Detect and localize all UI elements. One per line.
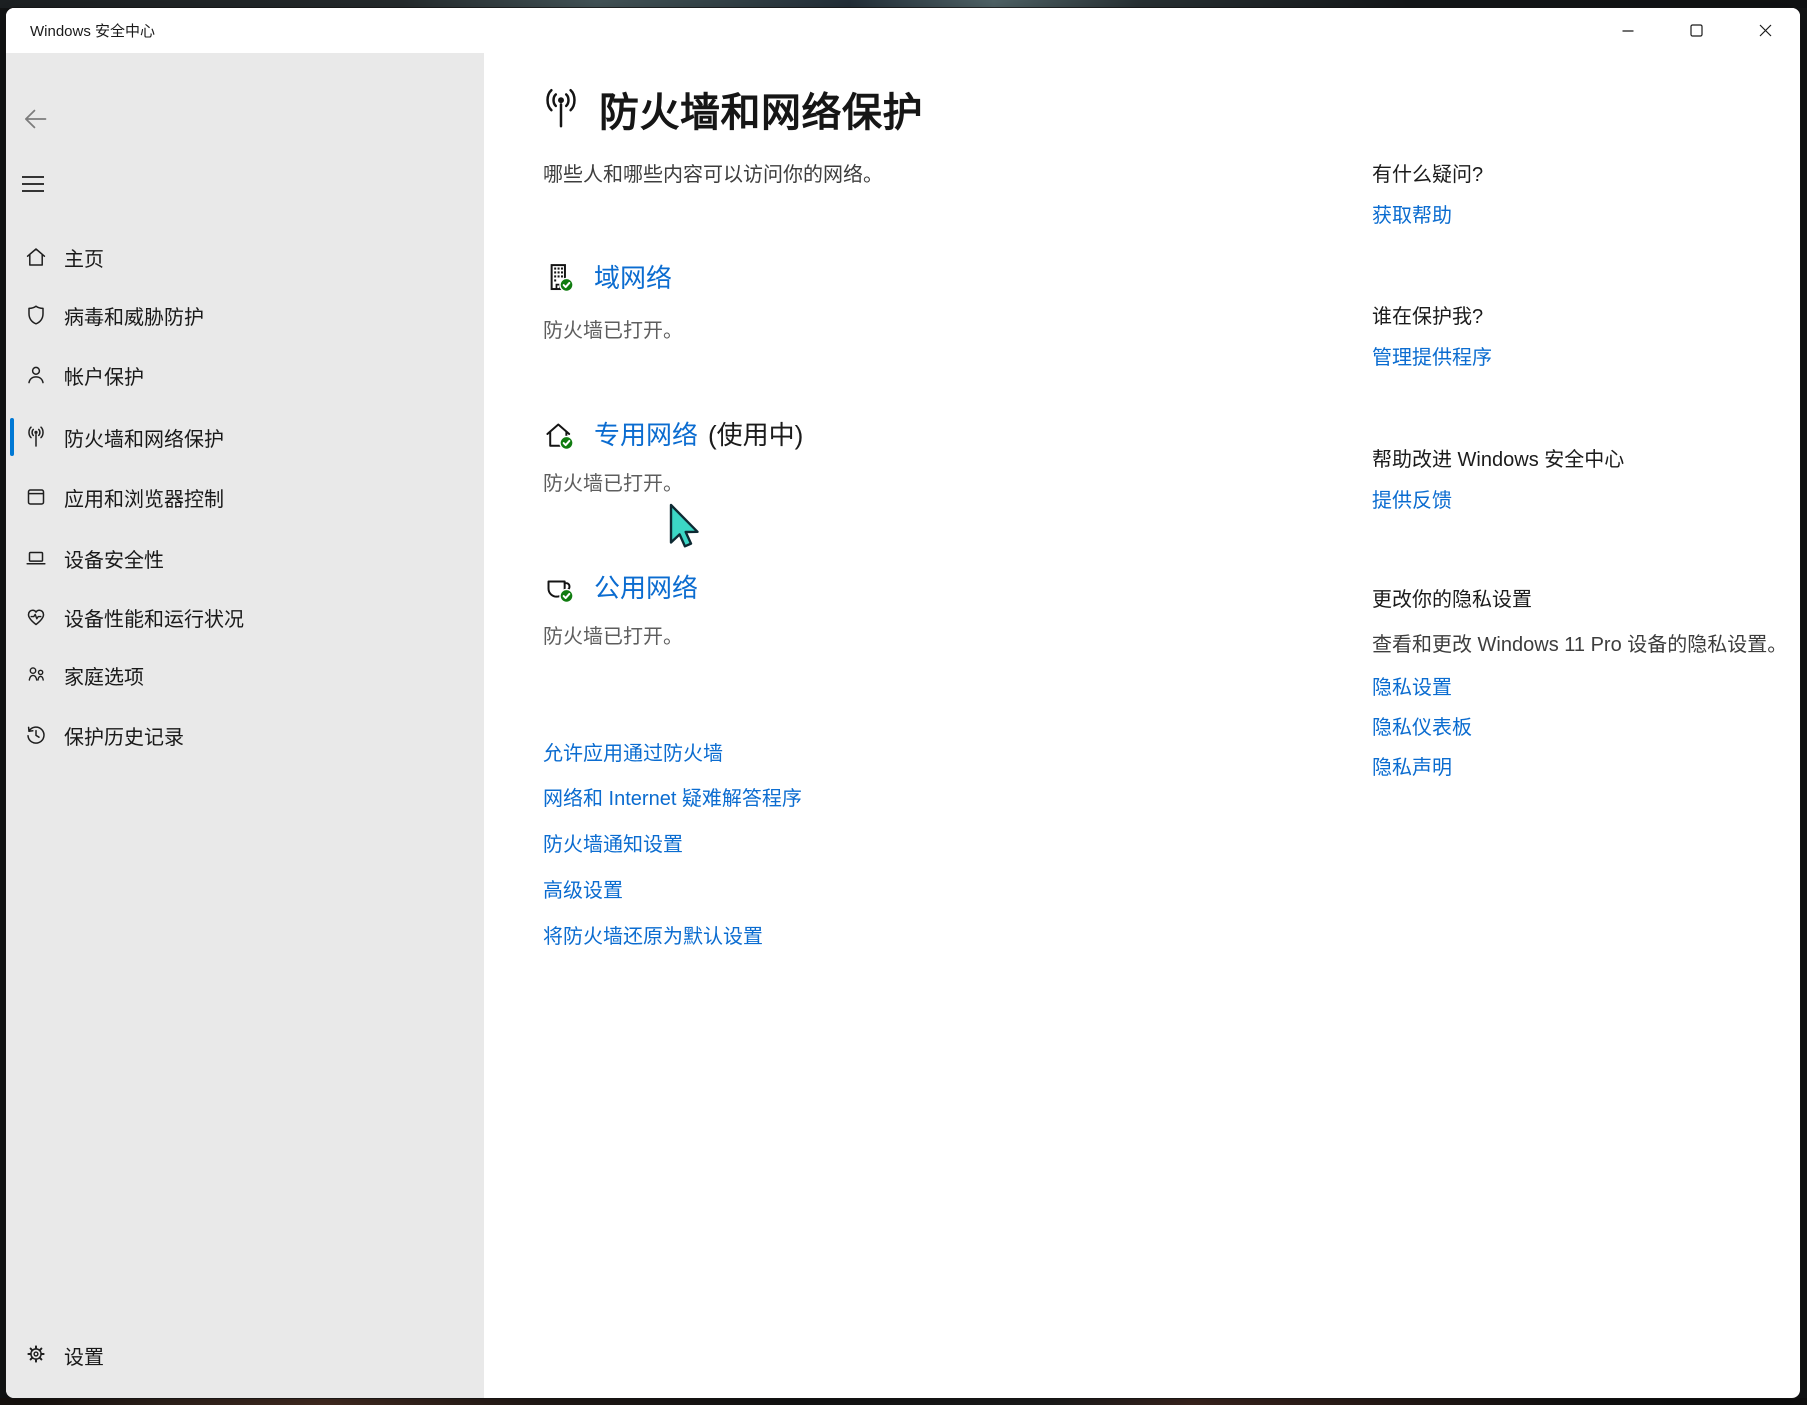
green-check-badge [560, 589, 573, 602]
network-internet-troubleshooter-link[interactable]: 网络和 Internet 疑难解答程序 [543, 786, 802, 813]
back-arrow-icon [20, 105, 50, 133]
sidebar-item-label: 应用和浏览器控制 [64, 483, 224, 512]
sidebar-item-label: 防火墙和网络保护 [64, 423, 224, 452]
sidebar-item-label: 设备安全性 [64, 544, 164, 573]
sidebar-item-protection-history[interactable]: 保护历史记录 [6, 713, 484, 757]
sidebar-item-account-protection[interactable]: 帐户保护 [6, 353, 484, 397]
minimize-button[interactable] [1593, 8, 1662, 53]
aside-heading: 谁在保护我? [1372, 304, 1796, 331]
desktop-background-bottom [0, 1398, 1807, 1405]
privacy-description: 查看和更改 Windows 11 Pro 设备的隐私设置。 [1372, 630, 1796, 660]
maximize-button[interactable] [1662, 8, 1731, 53]
sidebar-item-device-performance-health[interactable]: 设备性能和运行状况 [6, 595, 484, 639]
close-icon [1759, 24, 1772, 37]
back-button[interactable] [20, 105, 52, 135]
private-network-section-title: 专用网络 (使用中) [594, 418, 803, 452]
firewall-notification-settings-link[interactable]: 防火墙通知设置 [543, 832, 683, 859]
health-heart-icon [24, 605, 48, 629]
sidebar-item-label: 设备性能和运行状况 [64, 603, 244, 632]
sidebar-item-label: 保护历史记录 [64, 721, 184, 750]
aside-heading: 帮助改进 Windows 安全中心 [1372, 447, 1796, 474]
privacy-statement-link[interactable]: 隐私声明 [1372, 755, 1796, 782]
aside-heading: 更改你的隐私设置 [1372, 587, 1796, 614]
green-check-badge [560, 278, 573, 291]
sidebar-item-device-security[interactable]: 设备安全性 [6, 536, 484, 580]
give-feedback-link[interactable]: 提供反馈 [1372, 488, 1796, 515]
sidebar-item-label: 家庭选项 [64, 661, 144, 690]
privacy-settings-link[interactable]: 隐私设置 [1372, 675, 1796, 702]
public-network-cup-icon [542, 571, 576, 605]
sidebar-item-settings[interactable]: 设置 [6, 1332, 484, 1376]
selected-indicator [10, 418, 14, 456]
person-icon [24, 363, 48, 387]
restore-firewall-defaults-link[interactable]: 将防火墙还原为默认设置 [543, 924, 763, 951]
allow-app-through-firewall-link[interactable]: 允许应用通过防火墙 [543, 741, 723, 768]
private-network-link[interactable]: 专用网络 [594, 420, 698, 450]
aside-heading: 有什么疑问? [1372, 162, 1796, 189]
history-clock-icon [24, 723, 48, 747]
domain-network-status: 防火墙已打开。 [543, 314, 683, 343]
family-icon [24, 663, 48, 687]
domain-network-building-icon [542, 260, 576, 294]
device-icon [24, 546, 48, 570]
minimize-icon [1622, 25, 1634, 37]
hamburger-icon [21, 173, 45, 195]
advanced-settings-link[interactable]: 高级设置 [543, 878, 623, 905]
manage-providers-link[interactable]: 管理提供程序 [1372, 345, 1796, 372]
get-help-link[interactable]: 获取帮助 [1372, 203, 1796, 230]
sidebar-item-firewall-network-protection[interactable]: 防火墙和网络保护 [6, 415, 484, 459]
green-check-badge [560, 436, 573, 449]
private-network-home-icon [542, 418, 576, 452]
window-controls [1593, 8, 1800, 53]
windows-security-window: Windows 安全中心 [6, 8, 1800, 1398]
menu-button[interactable] [21, 173, 49, 197]
app-browser-icon [24, 485, 48, 509]
aside-group-questions: 有什么疑问? 获取帮助 [1372, 162, 1796, 230]
titlebar: Windows 安全中心 [6, 8, 1800, 53]
sidebar-item-home[interactable]: 主页 [6, 235, 484, 279]
sidebar: 主页 病毒和威胁防护 帐户保护 防火墙和网络保护 [6, 53, 484, 1398]
firewall-network-icon [24, 425, 48, 449]
sidebar-item-app-browser-control[interactable]: 应用和浏览器控制 [6, 475, 484, 519]
public-network-link[interactable]: 公用网络 [594, 573, 698, 603]
page-subtitle: 哪些人和哪些内容可以访问你的网络。 [543, 158, 883, 187]
aside-group-who-protects: 谁在保护我? 管理提供程序 [1372, 304, 1796, 372]
firewall-network-icon [538, 86, 584, 132]
aside-group-privacy: 更改你的隐私设置 查看和更改 Windows 11 Pro 设备的隐私设置。 隐… [1372, 587, 1796, 782]
aside-group-improve: 帮助改进 Windows 安全中心 提供反馈 [1372, 447, 1796, 515]
window-title: Windows 安全中心 [30, 8, 155, 53]
domain-network-link[interactable]: 域网络 [594, 263, 672, 293]
close-button[interactable] [1731, 8, 1800, 53]
public-network-status: 防火墙已打开。 [543, 620, 683, 649]
sidebar-item-label: 帐户保护 [64, 361, 144, 390]
maximize-icon [1690, 24, 1703, 37]
sidebar-item-label: 主页 [64, 243, 104, 272]
sidebar-item-virus-threat-protection[interactable]: 病毒和威胁防护 [6, 293, 484, 337]
gear-icon [24, 1342, 48, 1366]
home-icon [24, 245, 48, 269]
domain-network-section-title: 域网络 [594, 261, 672, 295]
sidebar-item-family-options[interactable]: 家庭选项 [6, 653, 484, 697]
page-title: 防火墙和网络保护 [599, 80, 923, 138]
desktop-background-top [0, 0, 1807, 8]
public-network-section-title: 公用网络 [594, 571, 698, 605]
private-network-active-suffix: (使用中) [708, 420, 803, 450]
settings-label: 设置 [64, 1341, 104, 1370]
sidebar-item-label: 病毒和威胁防护 [64, 301, 204, 330]
page-header: 防火墙和网络保护 [538, 80, 923, 138]
privacy-dashboard-link[interactable]: 隐私仪表板 [1372, 715, 1796, 742]
shield-icon [24, 303, 48, 327]
private-network-status: 防火墙已打开。 [543, 467, 683, 496]
